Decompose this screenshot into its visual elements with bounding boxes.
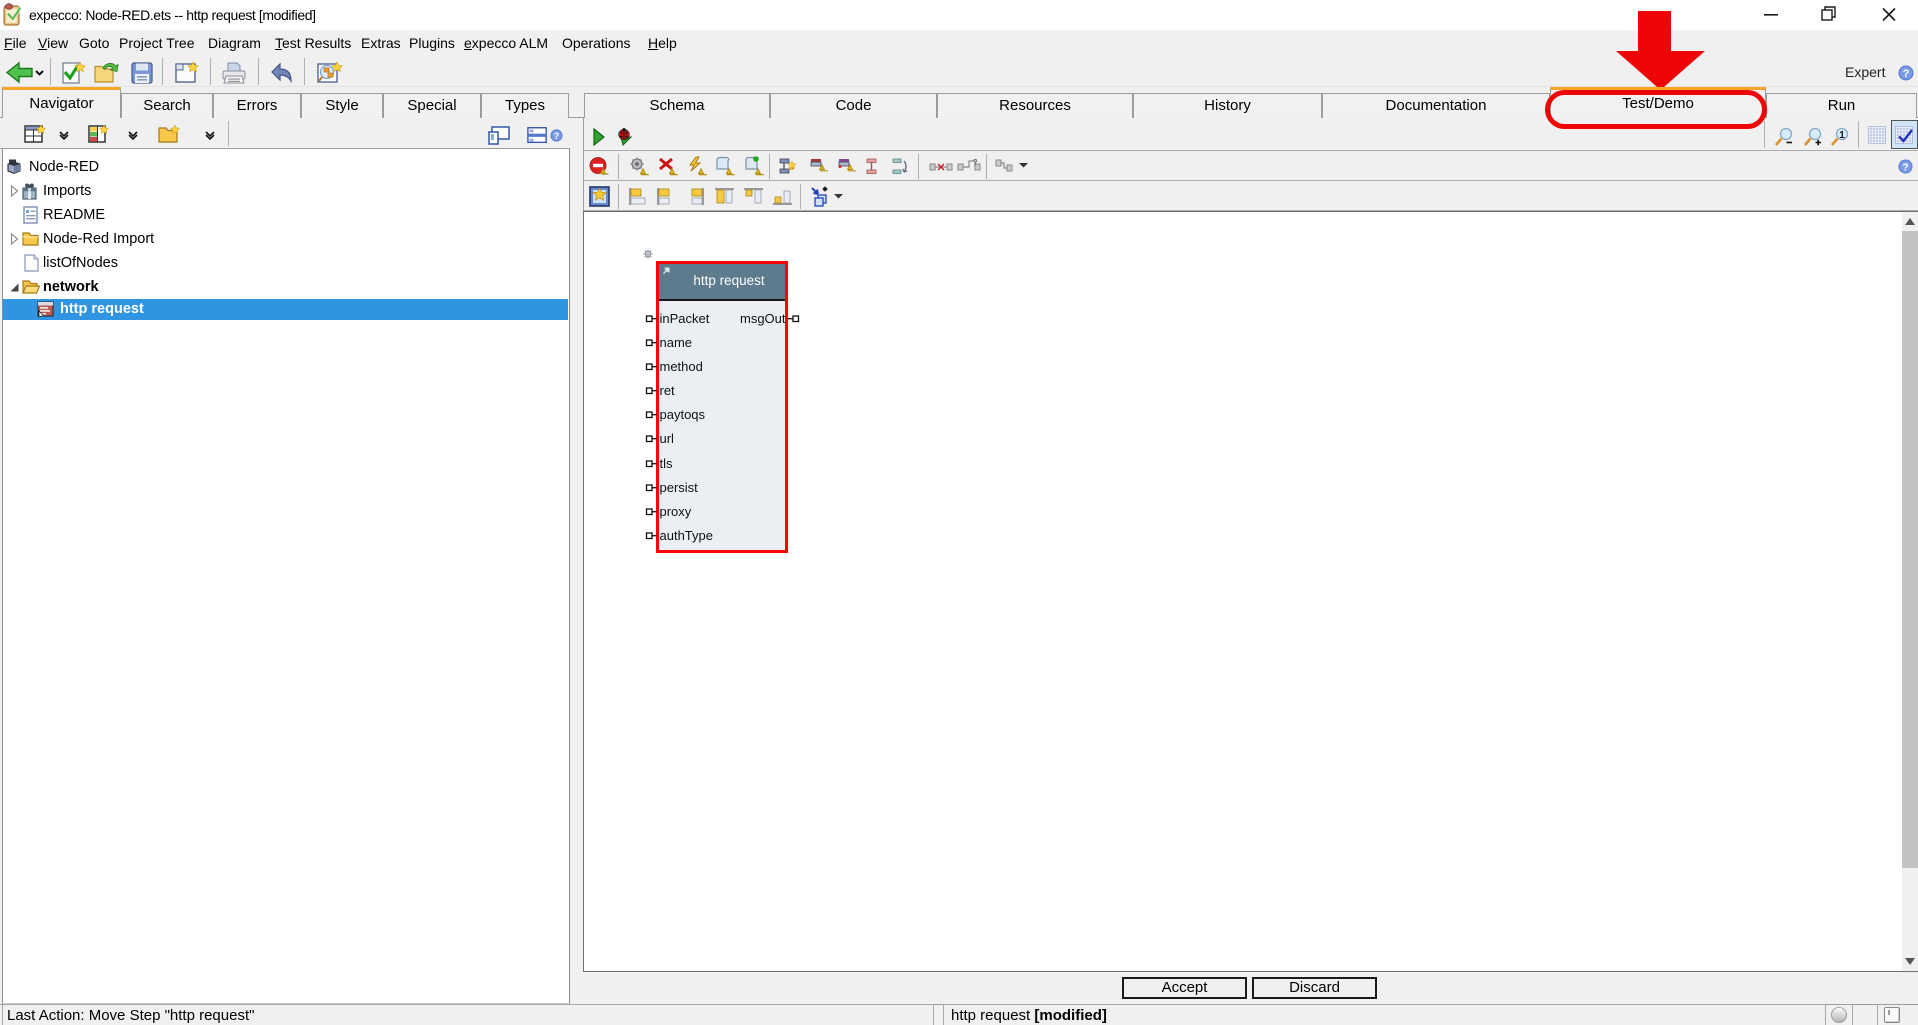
svg-text:1: 1 [1839,130,1845,141]
svg-text:?: ? [554,131,559,141]
svg-text:?: ? [1902,162,1908,173]
svg-text:?: ? [1903,68,1910,80]
svg-text:?: ? [973,158,978,167]
